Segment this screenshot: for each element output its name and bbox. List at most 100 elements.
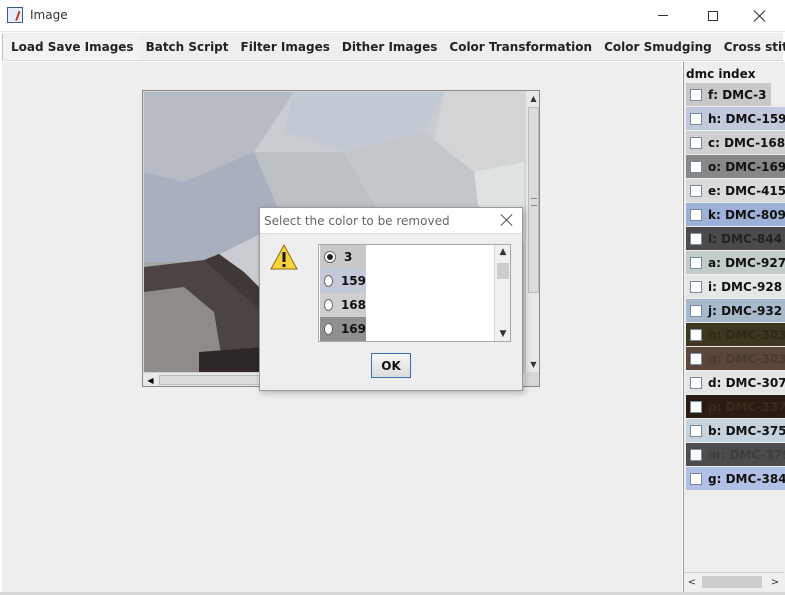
dmc-color-label: f: DMC-3	[708, 87, 767, 102]
dmc-color-label: k: DMC-809	[708, 207, 785, 222]
radio-button[interactable]	[324, 299, 333, 311]
dmc-color-item[interactable]: b: DMC-3752	[686, 419, 785, 442]
dmc-color-label: j: DMC-932	[708, 303, 783, 318]
dmc-checkbox[interactable]	[690, 400, 702, 413]
dmc-horizontal-scrollbar[interactable]: < >	[684, 572, 784, 590]
dmc-color-item[interactable]: o: DMC-169	[686, 155, 785, 178]
dmc-checkbox[interactable]	[690, 328, 702, 341]
dmc-color-label: n: DMC-3031	[708, 327, 785, 342]
menu-bar: Load Save Images Batch Script Filter Ima…	[2, 33, 785, 61]
vertical-scroll-thumb[interactable]	[528, 107, 539, 293]
dmc-color-label: c: DMC-168	[708, 135, 785, 150]
chevron-down-icon[interactable]: ▼	[495, 327, 510, 341]
dmc-color-label: o: DMC-169	[708, 159, 785, 174]
dmc-checkbox[interactable]	[690, 352, 702, 365]
remove-color-dialog: Select the color to be removed 3 159 168…	[259, 207, 523, 391]
dmc-color-item[interactable]: n: DMC-3031	[686, 323, 785, 346]
dmc-color-item[interactable]: p: DMC-3371	[686, 395, 785, 418]
dmc-color-label: h: DMC-159	[708, 111, 785, 126]
dmc-checkbox[interactable]	[690, 160, 702, 173]
dmc-color-item[interactable]: a: DMC-927	[686, 251, 785, 274]
scroll-left-arrow-icon[interactable]: ◀	[143, 373, 158, 386]
dmc-color-label: b: DMC-3752	[708, 423, 785, 438]
dmc-color-item[interactable]: d: DMC-3072	[686, 371, 785, 394]
color-option-159[interactable]: 159	[320, 269, 366, 293]
chevron-right-icon[interactable]: >	[768, 574, 782, 590]
menu-load-save-images[interactable]: Load Save Images	[2, 33, 140, 60]
dmc-index-panel: dmc index f: DMC-3 h: DMC-159 c: DMC-168 o:…	[683, 62, 785, 592]
title-bar: Image	[0, 0, 785, 32]
option-list-scroll-thumb[interactable]	[497, 263, 509, 279]
menu-batch-script[interactable]: Batch Script	[140, 34, 235, 60]
dmc-color-label: d: DMC-3072	[708, 375, 785, 390]
dmc-color-label: g: DMC-3840	[708, 471, 785, 486]
dmc-checkbox[interactable]	[690, 112, 702, 125]
window-title: Image	[30, 8, 68, 22]
chevron-up-icon[interactable]: ▲	[495, 245, 510, 259]
dialog-title-bar: Select the color to be removed	[260, 208, 522, 234]
dmc-color-label: e: DMC-415	[708, 183, 785, 198]
menu-dither-images[interactable]: Dither Images	[336, 34, 444, 60]
dmc-color-item[interactable]: k: DMC-809	[686, 203, 785, 226]
dmc-color-label: a: DMC-927	[708, 255, 785, 270]
dmc-scroll-thumb[interactable]	[702, 576, 762, 588]
radio-button[interactable]	[324, 251, 336, 263]
color-option-label: 168	[340, 298, 366, 312]
dmc-checkbox[interactable]	[690, 304, 702, 317]
dmc-color-item[interactable]: i: DMC-928	[686, 275, 785, 298]
close-window-button[interactable]	[737, 0, 783, 31]
dialog-close-icon[interactable]	[500, 213, 514, 227]
image-vertical-scrollbar[interactable]: ▲ ▼	[525, 91, 539, 372]
option-list-scrollbar[interactable]: ▲ ▼	[494, 245, 510, 341]
color-option-label: 159	[340, 274, 366, 288]
dmc-checkbox[interactable]	[690, 472, 702, 485]
dmc-color-label: q: DMC-3031	[708, 351, 785, 366]
dmc-index-header: dmc index	[686, 67, 756, 81]
ok-button[interactable]: OK	[371, 353, 411, 378]
color-option-list: 3 159 168 169 ▲ ▼	[318, 244, 511, 342]
maximize-button[interactable]	[690, 0, 736, 31]
color-option-168[interactable]: 168	[320, 293, 366, 317]
dmc-color-item[interactable]: m: DMC-3799	[686, 443, 785, 466]
dmc-checkbox[interactable]	[690, 184, 702, 197]
java-app-icon	[7, 7, 23, 23]
dmc-color-item[interactable]: q: DMC-3031	[686, 347, 785, 370]
dmc-checkbox[interactable]	[690, 208, 702, 221]
radio-button[interactable]	[324, 323, 333, 335]
menu-color-transformation[interactable]: Color Transformation	[443, 34, 598, 60]
menu-filter-images[interactable]: Filter Images	[235, 34, 336, 60]
dmc-color-item[interactable]: l: DMC-844	[686, 227, 785, 250]
dmc-color-label: i: DMC-928	[708, 279, 783, 294]
dmc-checkbox[interactable]	[690, 232, 702, 245]
dmc-color-label: m: DMC-3799	[708, 447, 785, 462]
dmc-color-item[interactable]: g: DMC-3840	[686, 467, 785, 490]
menu-color-smudging[interactable]: Color Smudging	[598, 34, 718, 60]
chevron-left-icon[interactable]: <	[685, 574, 699, 590]
dmc-color-label: p: DMC-3371	[708, 399, 785, 414]
dmc-checkbox[interactable]	[690, 136, 702, 149]
dmc-checkbox[interactable]	[690, 448, 702, 461]
warning-icon	[270, 243, 298, 270]
minimize-button[interactable]	[640, 0, 686, 31]
radio-button[interactable]	[324, 275, 333, 287]
dialog-title: Select the color to be removed	[264, 214, 450, 228]
dmc-checkbox[interactable]	[690, 256, 702, 269]
dmc-checkbox[interactable]	[690, 88, 702, 101]
dmc-checkbox[interactable]	[690, 424, 702, 437]
color-option-3[interactable]: 3	[320, 245, 366, 269]
scroll-down-arrow-icon[interactable]: ▼	[526, 357, 539, 372]
dmc-color-item[interactable]: e: DMC-415	[686, 179, 785, 202]
dmc-color-item[interactable]: f: DMC-3	[686, 83, 771, 106]
dmc-color-item[interactable]: h: DMC-159	[686, 107, 785, 130]
scroll-up-arrow-icon[interactable]: ▲	[526, 91, 539, 106]
maximize-icon	[708, 10, 718, 21]
dmc-color-item[interactable]: c: DMC-168	[686, 131, 785, 154]
dmc-color-item[interactable]: j: DMC-932	[686, 299, 785, 322]
dmc-color-label: l: DMC-844	[708, 231, 783, 246]
dmc-checkbox[interactable]	[690, 376, 702, 389]
dmc-checkbox[interactable]	[690, 280, 702, 293]
color-option-label: 169	[340, 322, 366, 336]
color-option-label: 3	[344, 250, 353, 264]
color-option-169[interactable]: 169	[320, 317, 366, 341]
menu-cross-stitch[interactable]: Cross stitch	[718, 34, 785, 60]
